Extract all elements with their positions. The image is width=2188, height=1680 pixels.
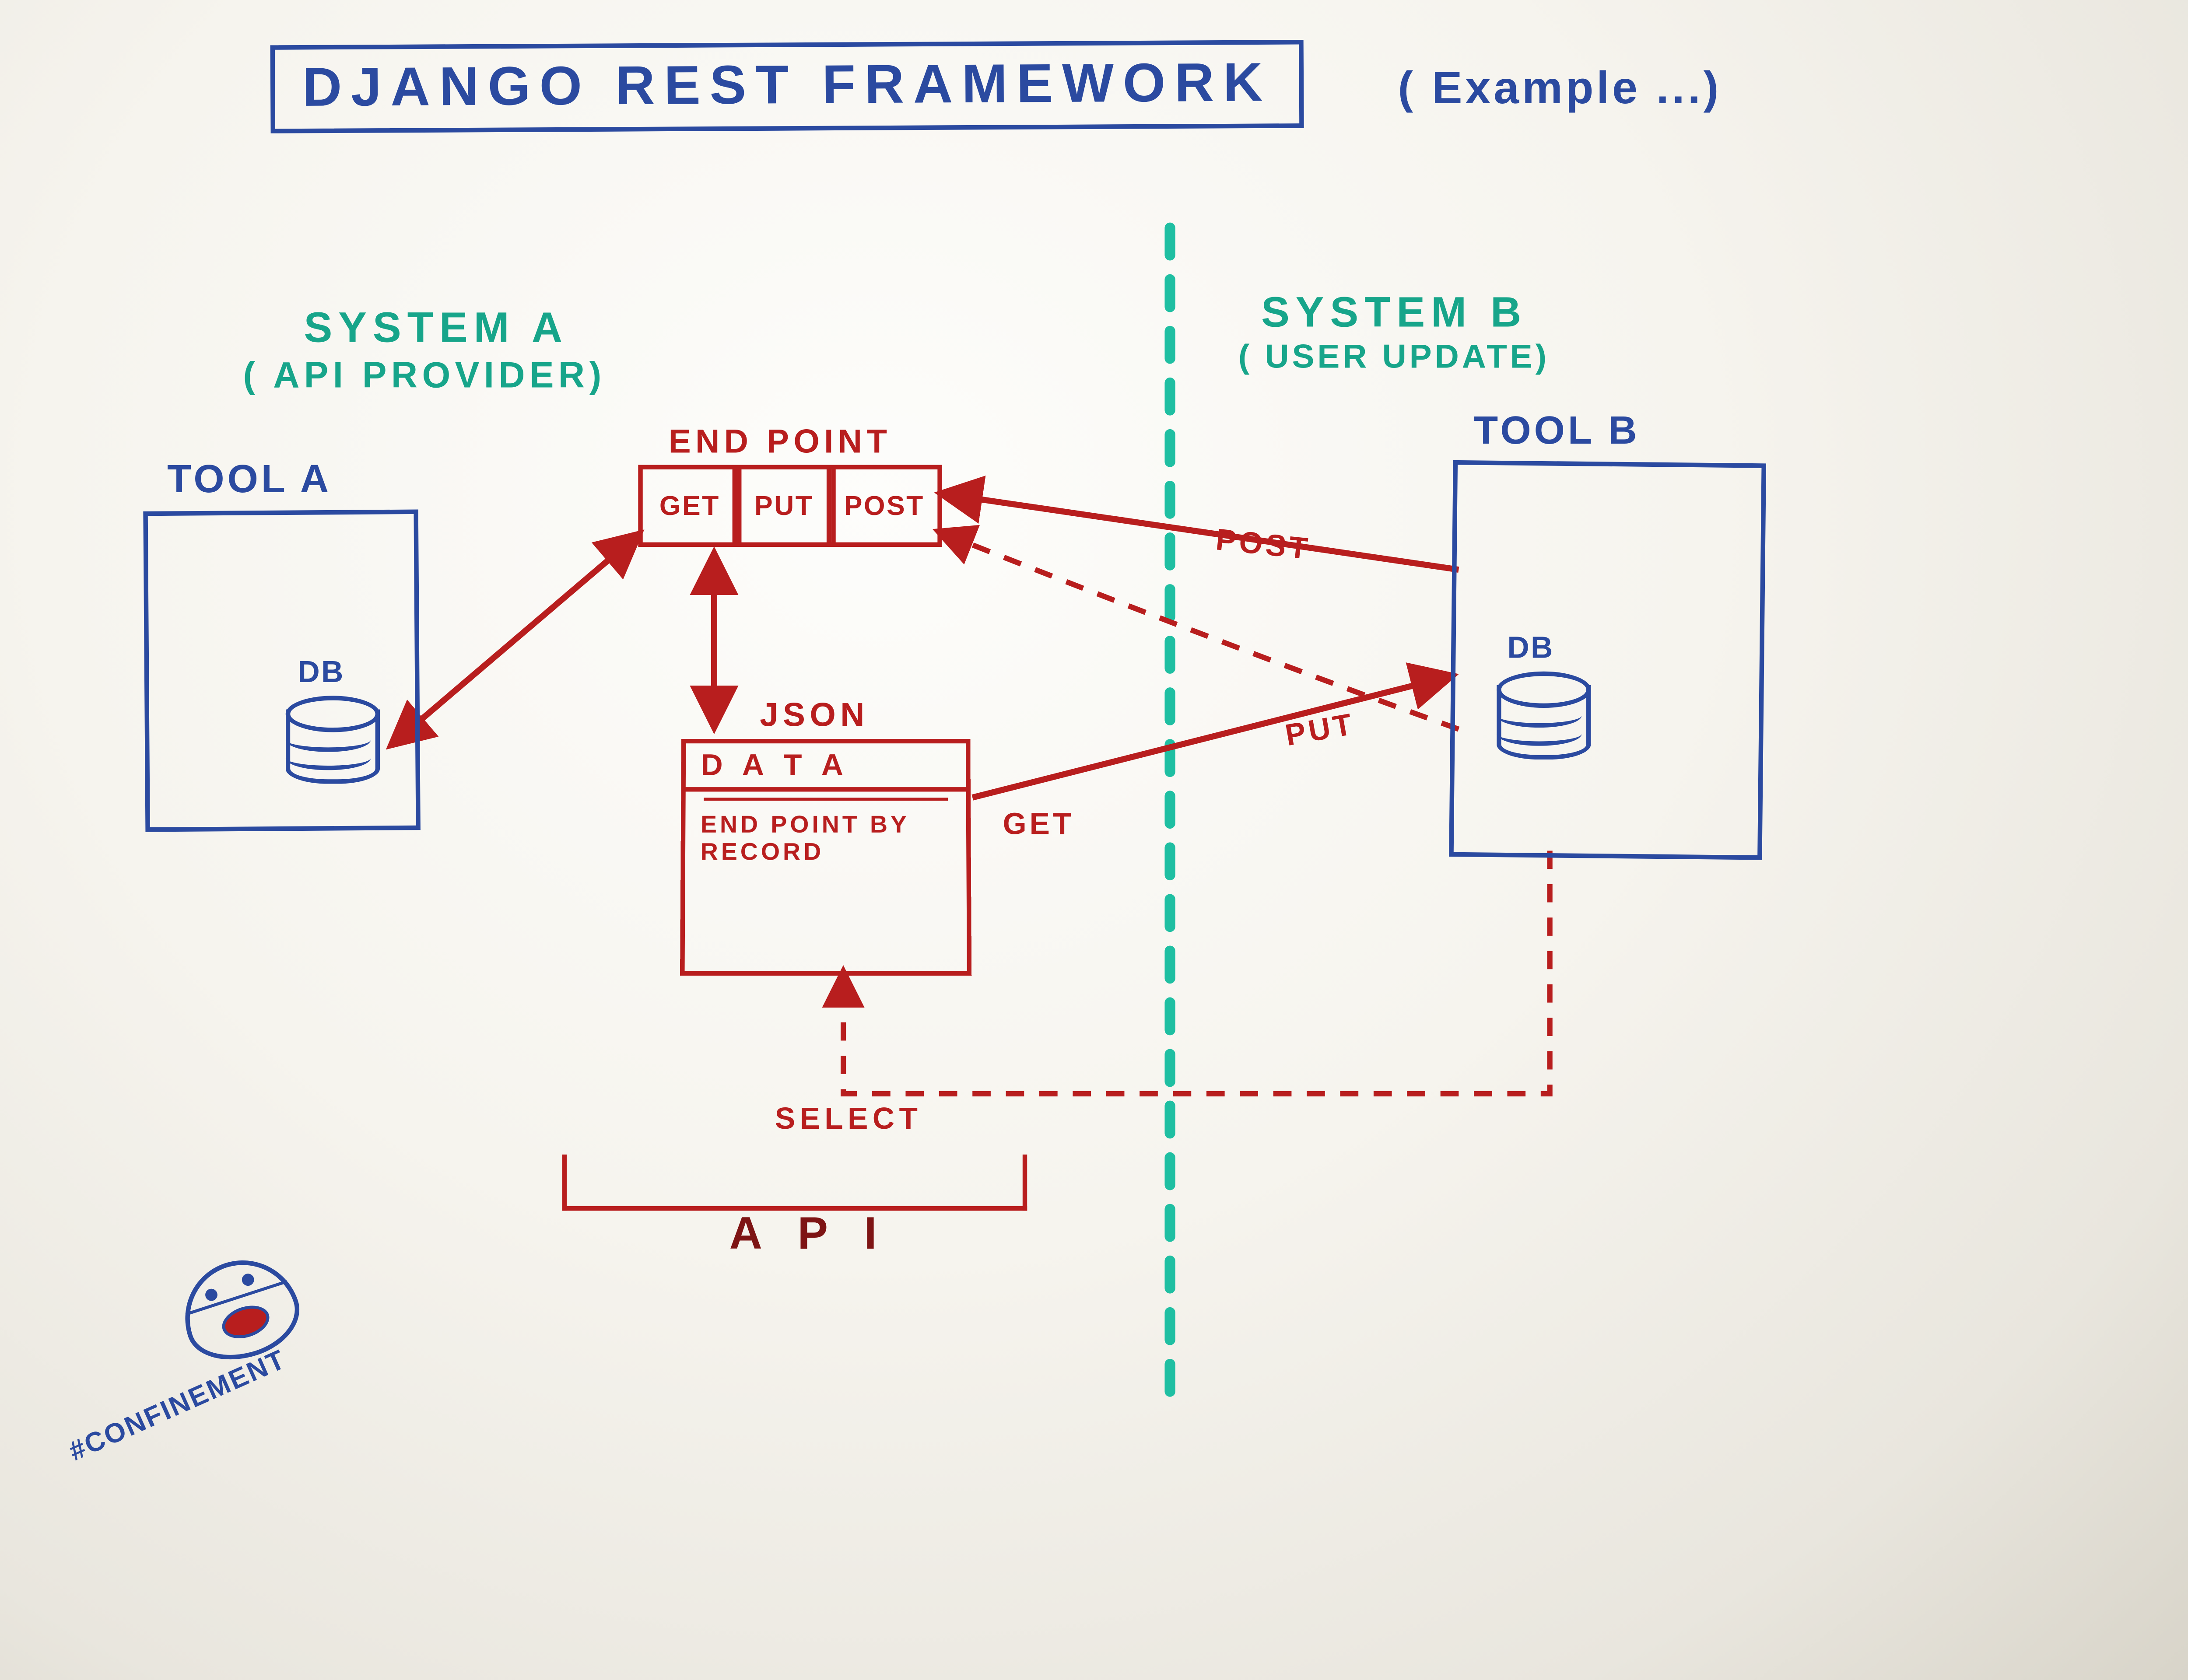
database-icon (286, 696, 371, 790)
database-icon (1497, 672, 1581, 766)
system-b-heading: SYSTEM B (1261, 289, 1527, 337)
arrow-label-get: GET (1003, 808, 1075, 843)
arrow-label-post: POST (1214, 524, 1312, 568)
json-subtext: END POINT BY RECORD (685, 801, 967, 882)
api-bracket-label: A P I (729, 1209, 889, 1261)
tool-a-db-label: DB (298, 656, 345, 691)
json-label: JSON (760, 696, 869, 735)
hashtag: #CONFINEMENT (64, 1344, 291, 1468)
title-note: ( Example ...) (1398, 64, 1722, 116)
system-a-heading: SYSTEM A (304, 304, 568, 352)
endpoint-method-get-text: GET (659, 490, 720, 522)
system-a-subheading: ( API PROVIDER) (243, 356, 606, 398)
tool-b-db-label: DB (1507, 632, 1554, 667)
endpoint-method-put: PUT (733, 465, 836, 547)
endpoint-method-post-text: POST (844, 490, 925, 522)
arrow-label-select: SELECT (775, 1103, 922, 1138)
tool-a-label: TOOL A (167, 456, 332, 503)
endpoint-label: END POINT (669, 422, 892, 462)
endpoint-method-post: POST (827, 465, 942, 547)
arrow-label-put: PUT (1283, 708, 1358, 755)
doodle-face-icon (170, 1246, 310, 1374)
api-bracket (562, 1155, 1027, 1211)
tool-b-label: TOOL B (1474, 407, 1640, 455)
page-title-box: DJANGO REST FRAMEWORK (270, 40, 1304, 133)
page-title: DJANGO REST FRAMEWORK (302, 51, 1272, 118)
system-b-subheading: ( USER UPDATE) (1238, 337, 1550, 377)
json-payload-box: D A T A END POINT BY RECORD (680, 739, 971, 976)
tool-b-box (1449, 460, 1766, 860)
endpoint-method-get: GET (638, 465, 741, 547)
json-header: D A T A (686, 743, 966, 791)
endpoint-method-put-text: PUT (754, 490, 813, 522)
tool-a-box (143, 509, 421, 832)
